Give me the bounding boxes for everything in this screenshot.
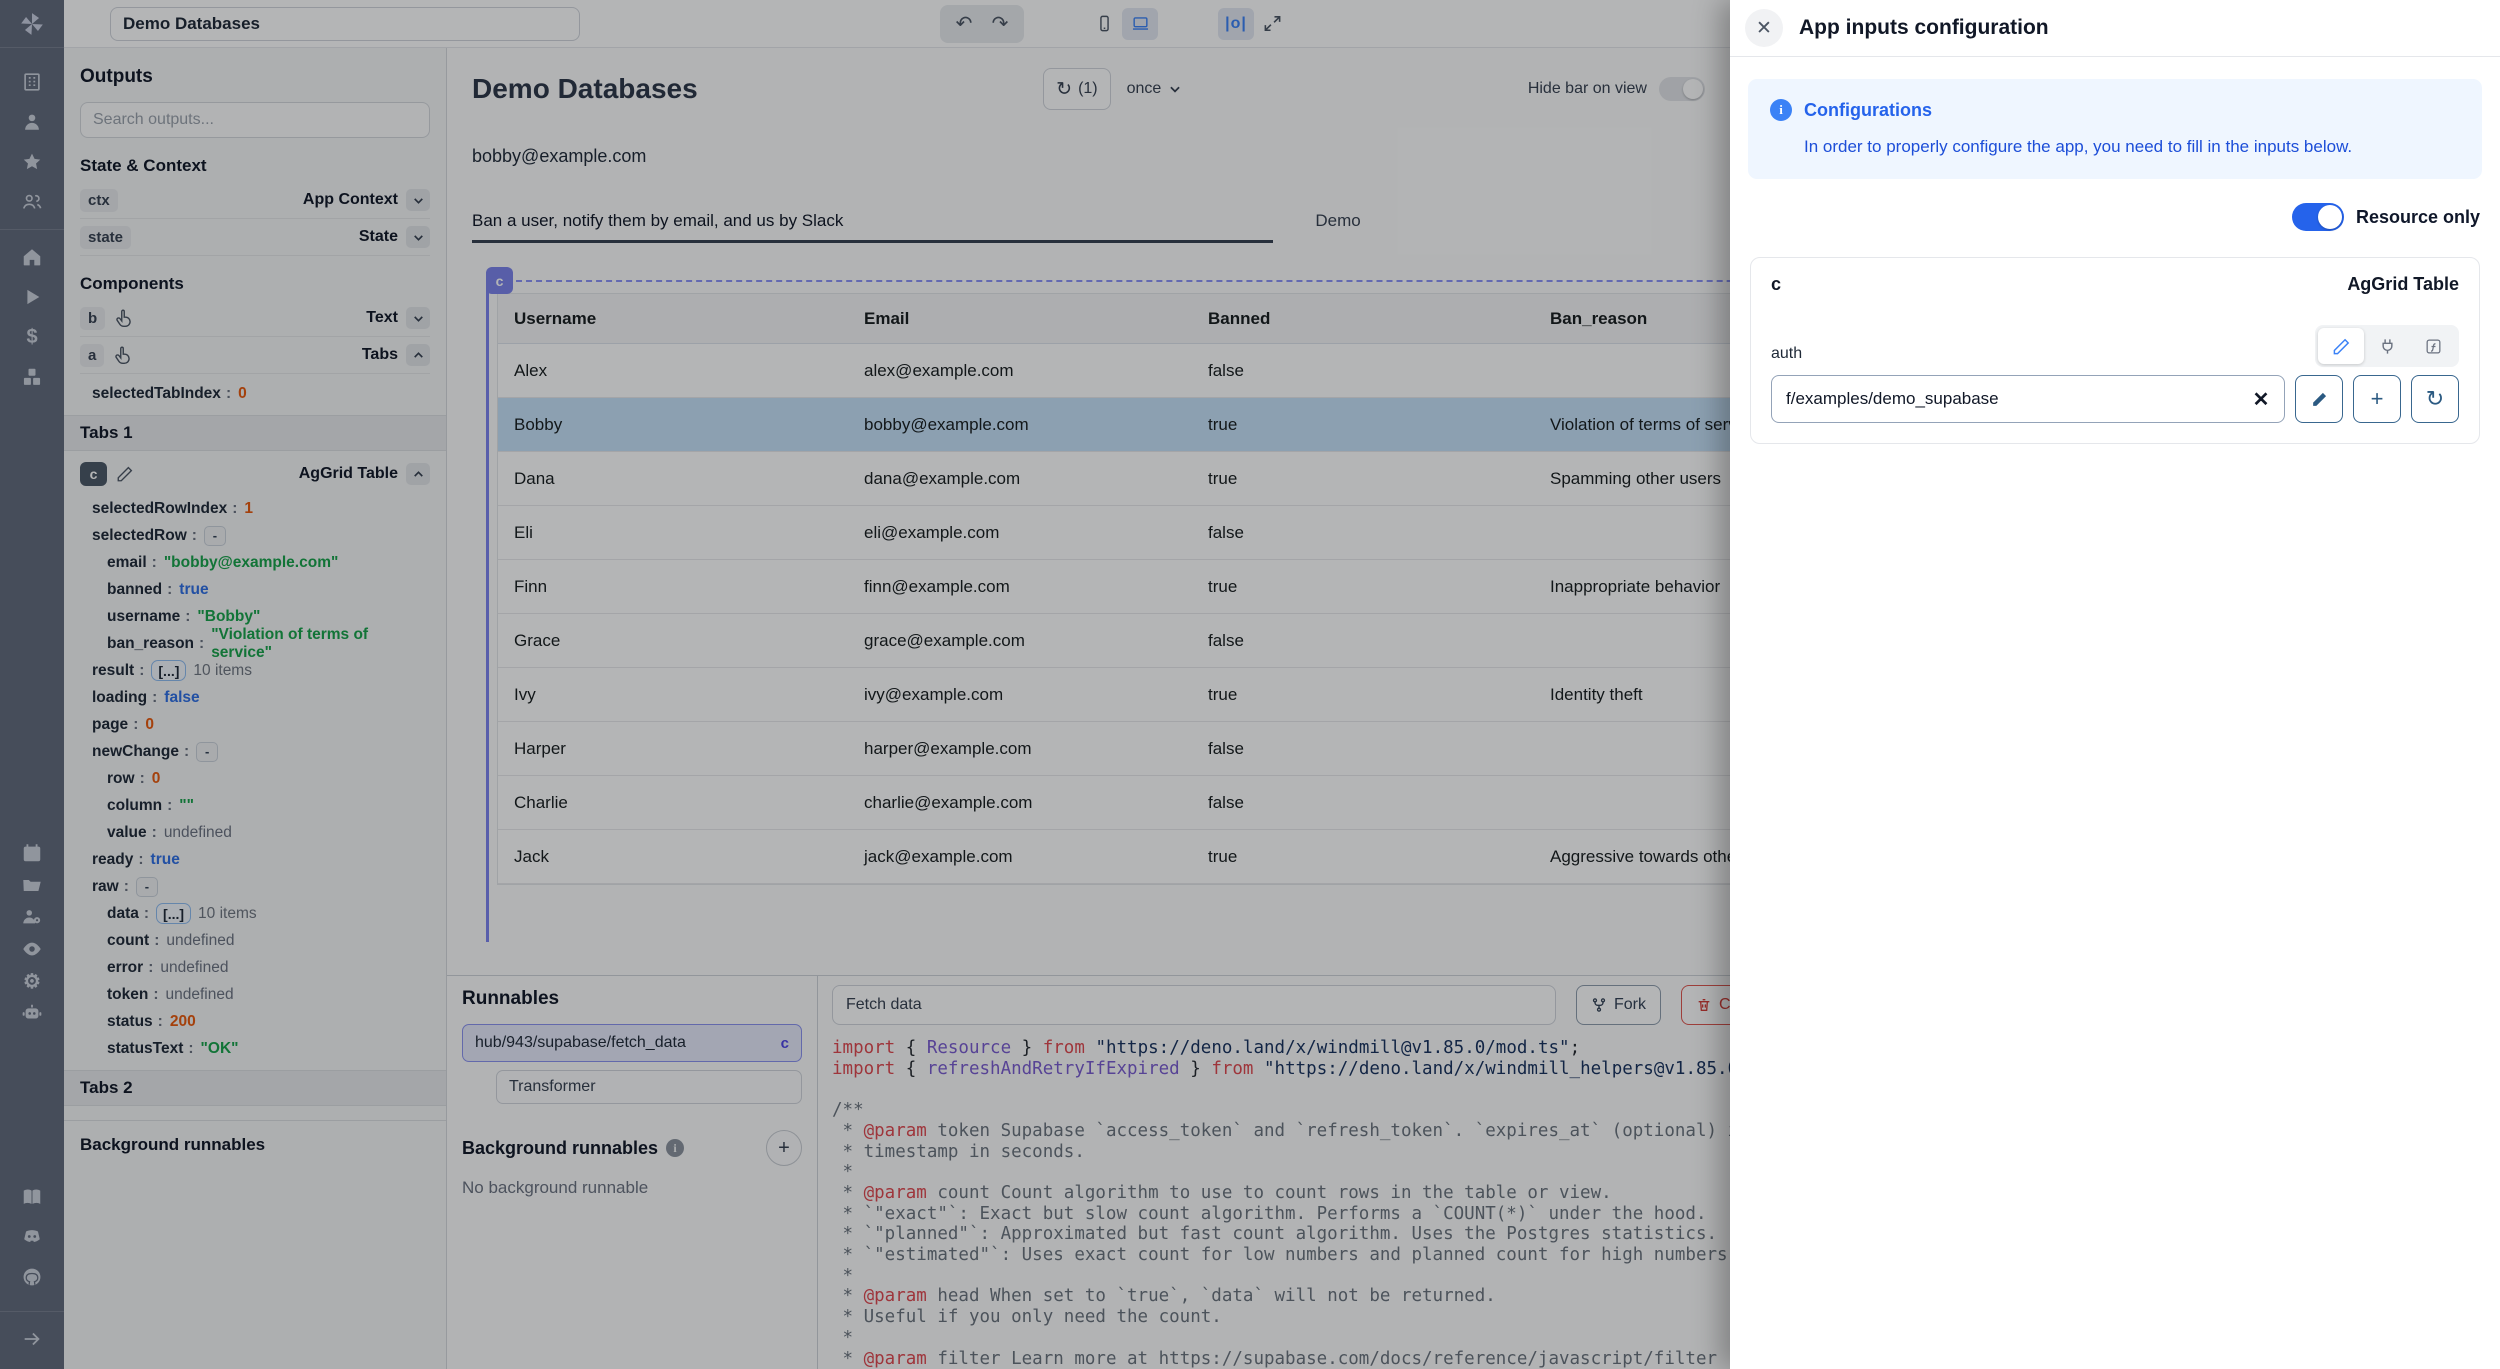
app-inputs-drawer: ✕ App inputs configuration i Configurati… — [1730, 0, 2500, 1369]
resource-only-label: Resource only — [2356, 207, 2480, 228]
component-input-card: c AgGrid Table auth ✕ + ↻ — [1750, 257, 2480, 444]
card-component-type: AgGrid Table — [2347, 274, 2459, 295]
configurations-info-box: i Configurations In order to properly co… — [1748, 79, 2482, 179]
card-component-id: c — [1771, 274, 1781, 295]
info-title: Configurations — [1804, 100, 1932, 121]
refresh-resource-button[interactable]: ↻ — [2411, 375, 2459, 423]
windmill-app-editor: $ ⚙ ↶ ↷ |o| — [0, 0, 2500, 1369]
info-icon: i — [1770, 99, 1792, 121]
add-resource-button[interactable]: + — [2353, 375, 2401, 423]
drawer-overlay[interactable] — [0, 0, 1730, 1369]
edit-resource-button[interactable] — [2295, 375, 2343, 423]
drawer-title: App inputs configuration — [1799, 16, 2049, 40]
eval-mode-function-icon[interactable] — [2410, 328, 2456, 364]
input-mode-segmented-control — [2315, 325, 2459, 367]
close-icon: ✕ — [1756, 17, 1772, 40]
clear-resource-icon[interactable]: ✕ — [2249, 387, 2273, 411]
info-body: In order to properly configure the app, … — [1804, 137, 2460, 157]
pencil-icon — [2310, 390, 2329, 409]
connect-mode-plug-icon[interactable] — [2364, 328, 2410, 364]
resource-path-input[interactable] — [1771, 375, 2285, 423]
resource-only-toggle[interactable] — [2292, 203, 2344, 231]
close-drawer-button[interactable]: ✕ — [1745, 9, 1783, 47]
refresh-icon: ↻ — [2426, 386, 2444, 412]
static-mode-pencil-icon[interactable] — [2318, 328, 2364, 364]
field-label-auth: auth — [1771, 345, 1802, 367]
